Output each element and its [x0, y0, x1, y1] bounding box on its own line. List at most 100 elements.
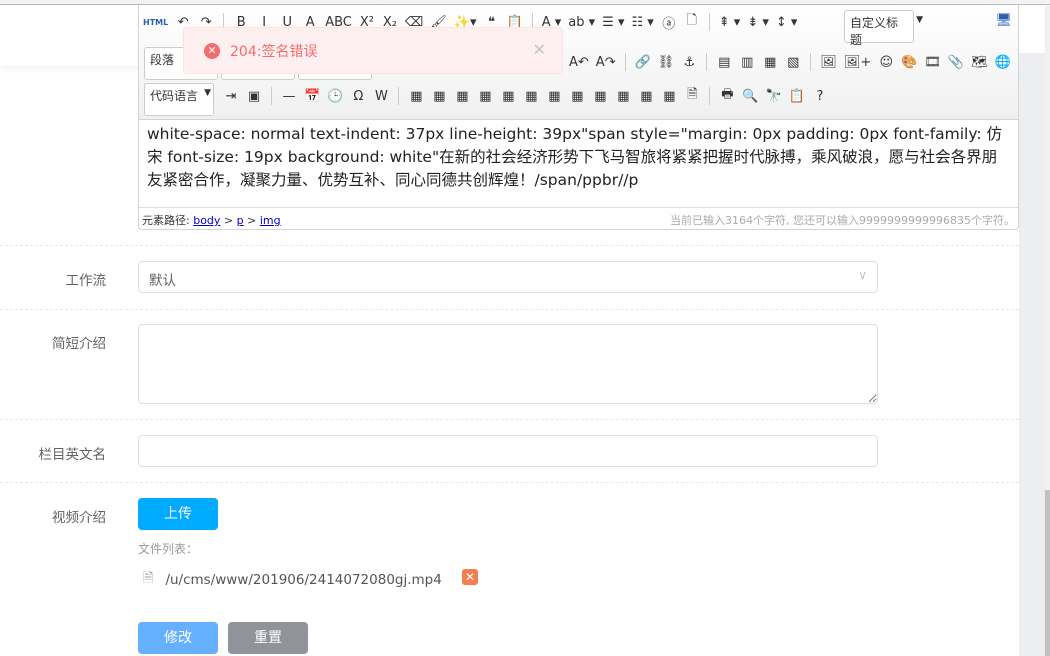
fullscreen-icon[interactable]: 🖥: [995, 13, 1012, 28]
toolbar-button-icon[interactable]: 🕒: [327, 89, 343, 104]
toolbar-button-icon[interactable]: 🖼: [820, 55, 837, 70]
toolbar-button-icon[interactable]: 🔗: [635, 55, 651, 70]
toolbar-separator: [624, 53, 626, 71]
toolbar-button-icon[interactable]: 🔭: [766, 89, 782, 104]
chevron-down-icon: ▼: [204, 88, 211, 98]
toast-message: 204:签名错误: [230, 43, 318, 60]
toolbar-separator: [271, 87, 272, 105]
paragraph-value: 段落: [150, 53, 175, 67]
divider: [0, 482, 1019, 483]
toolbar-button-icon[interactable]: ▧: [785, 55, 801, 70]
video-label: 视频介绍: [52, 510, 106, 526]
toolbar-button-icon[interactable]: ⚓: [681, 55, 697, 70]
toolbar-button-icon[interactable]: ▦: [638, 89, 654, 104]
file-list-label: 文件列表：: [138, 542, 199, 556]
summary-label: 简短介绍: [52, 336, 106, 352]
file-icon: 🗎: [143, 571, 154, 586]
code-language-select[interactable]: 代码语言 ▼: [144, 83, 214, 116]
toolbar-button-icon[interactable]: ⇞ ▾: [719, 15, 741, 30]
divider: [0, 245, 1019, 246]
english-name-label: 栏目英文名: [38, 447, 107, 463]
toolbar-button-icon[interactable]: 🗋: [684, 11, 700, 33]
toolbar-button-icon[interactable]: ▥: [739, 55, 755, 70]
toolbar-separator: [810, 53, 812, 71]
toolbar-button-icon[interactable]: ⛓: [658, 55, 675, 70]
toolbar-button-icon[interactable]: 📋: [789, 89, 805, 104]
toolbar-button-icon[interactable]: A↷: [596, 55, 616, 70]
toolbar-button-icon[interactable]: ▦: [431, 89, 447, 104]
toolbar-button-icon[interactable]: Ω: [350, 89, 366, 104]
upload-button[interactable]: 上传: [138, 498, 218, 530]
toolbar-button-icon[interactable]: ▦: [454, 89, 470, 104]
path-body[interactable]: body: [193, 214, 220, 227]
toolbar-button-icon[interactable]: ?: [812, 89, 828, 104]
toolbar-button-icon[interactable]: ▦: [762, 55, 778, 70]
error-toast: ✕ 204:签名错误 ✕: [183, 27, 563, 74]
toolbar-button-icon[interactable]: 🖼+: [844, 55, 871, 70]
char-count: 当前已输入3164个字符, 您还可以输入9999999999996835个字符。: [670, 214, 1015, 227]
toolbar-separator: [708, 13, 710, 31]
toolbar-button-icon[interactable]: ▦: [500, 89, 516, 104]
toolbar-button-icon[interactable]: ☰ ▾: [602, 15, 624, 30]
toolbar-button-icon[interactable]: ▦: [477, 89, 493, 104]
toolbar-button-icon[interactable]: 🎞: [924, 55, 941, 70]
toolbar-button-icon[interactable]: 🖶: [719, 85, 735, 107]
divider: [0, 309, 1019, 310]
path-label: 元素路径:: [142, 214, 190, 227]
toolbar-button-icon[interactable]: ▣: [246, 89, 262, 104]
toolbar-button-icon[interactable]: W: [373, 89, 389, 104]
toolbar-button-icon[interactable]: 📎: [948, 55, 964, 70]
error-icon: ✕: [204, 42, 220, 59]
english-name-input[interactable]: [138, 435, 878, 467]
toolbar-button-icon[interactable]: ▦: [615, 89, 631, 104]
toolbar-button-icon[interactable]: ▦: [569, 89, 585, 104]
toolbar-button-icon[interactable]: ▦: [523, 89, 539, 104]
close-icon[interactable]: ✕: [533, 40, 546, 59]
right-panel: [1019, 6, 1045, 656]
toolbar-button-icon[interactable]: —: [281, 89, 297, 104]
file-item: 🗎 /u/cms/www/201906/2414072080gj.mp4: [143, 569, 442, 591]
toolbar-button-icon[interactable]: ▦: [592, 89, 608, 104]
toolbar-button-icon[interactable]: ▦: [661, 89, 677, 104]
toolbar-button-icon[interactable]: 🎨: [901, 55, 917, 70]
path-p[interactable]: p: [237, 214, 244, 227]
toolbar-button-icon[interactable]: 🔍: [742, 89, 758, 104]
toolbar-button-icon[interactable]: 🌐: [995, 55, 1011, 70]
custom-heading-select[interactable]: 自定义标题 ▼: [844, 10, 923, 47]
workflow-select[interactable]: 默认 ∨: [138, 261, 878, 293]
toolbar-button-icon[interactable]: ↕ ▾: [776, 15, 798, 30]
chevron-down-icon: ▼: [916, 15, 923, 25]
code-language-value: 代码语言: [150, 89, 199, 103]
toolbar-button-icon[interactable]: ▦: [546, 89, 562, 104]
file-name[interactable]: /u/cms/www/201906/2414072080gj.mp4: [165, 572, 441, 588]
toolbar-separator: [398, 87, 400, 105]
workflow-label: 工作流: [65, 273, 107, 289]
chevron-down-icon: ∨: [858, 268, 867, 282]
toolbar-button-icon[interactable]: ⓐ: [661, 13, 677, 32]
toolbar-button-icon[interactable]: ☷ ▾: [631, 15, 653, 30]
workflow-value: 默认: [149, 273, 176, 289]
scrollbar-thumb[interactable]: [1045, 490, 1050, 656]
toolbar-row-3: ⇥ ▣ — 📅 🕒 Ω W ▦ ▦ ▦ ▦ ▦ ▦ ▦ ▦ ▦ ▦ ▦ ▦ 🗎 🖶 🔍 🔭 📋?: [223, 85, 828, 107]
toolbar-row-2: A↶ A↷ 🔗 ⛓ ⚓ ▤ ▥ ▦ ▧ 🖼 🖼+ ☺ 🎨 🎞 📎 🗺 🌐: [569, 51, 1011, 73]
delete-file-icon[interactable]: ✕: [462, 569, 478, 585]
toolbar-button-icon[interactable]: HTML: [143, 18, 168, 27]
path-separator: >: [247, 214, 257, 227]
toolbar-button-icon[interactable]: ⇥: [223, 89, 239, 104]
toolbar-button-icon[interactable]: ⇟ ▾: [747, 15, 769, 30]
toolbar-button-icon[interactable]: 🗺: [971, 55, 988, 70]
toolbar-button-icon[interactable]: A↶: [569, 55, 589, 70]
editor-content[interactable]: white-space: normal text-indent: 37px li…: [139, 120, 1018, 208]
toolbar-button-icon[interactable]: ▦: [408, 89, 424, 104]
toolbar-button-icon[interactable]: 🗎: [684, 85, 700, 107]
path-img[interactable]: img: [260, 214, 281, 227]
toolbar-button-icon[interactable]: 📅: [304, 89, 320, 104]
toolbar-button-icon[interactable]: ▤: [716, 55, 732, 70]
element-path: 元素路径: body > p > img: [142, 212, 281, 227]
summary-textarea[interactable]: [138, 324, 878, 404]
reset-button[interactable]: 重置: [228, 622, 308, 654]
toolbar-button-icon[interactable]: ab ▾: [568, 15, 595, 30]
toolbar-button-icon[interactable]: ☺: [878, 55, 894, 70]
scrollbar[interactable]: [1045, 6, 1050, 656]
submit-button[interactable]: 修改: [138, 622, 218, 654]
